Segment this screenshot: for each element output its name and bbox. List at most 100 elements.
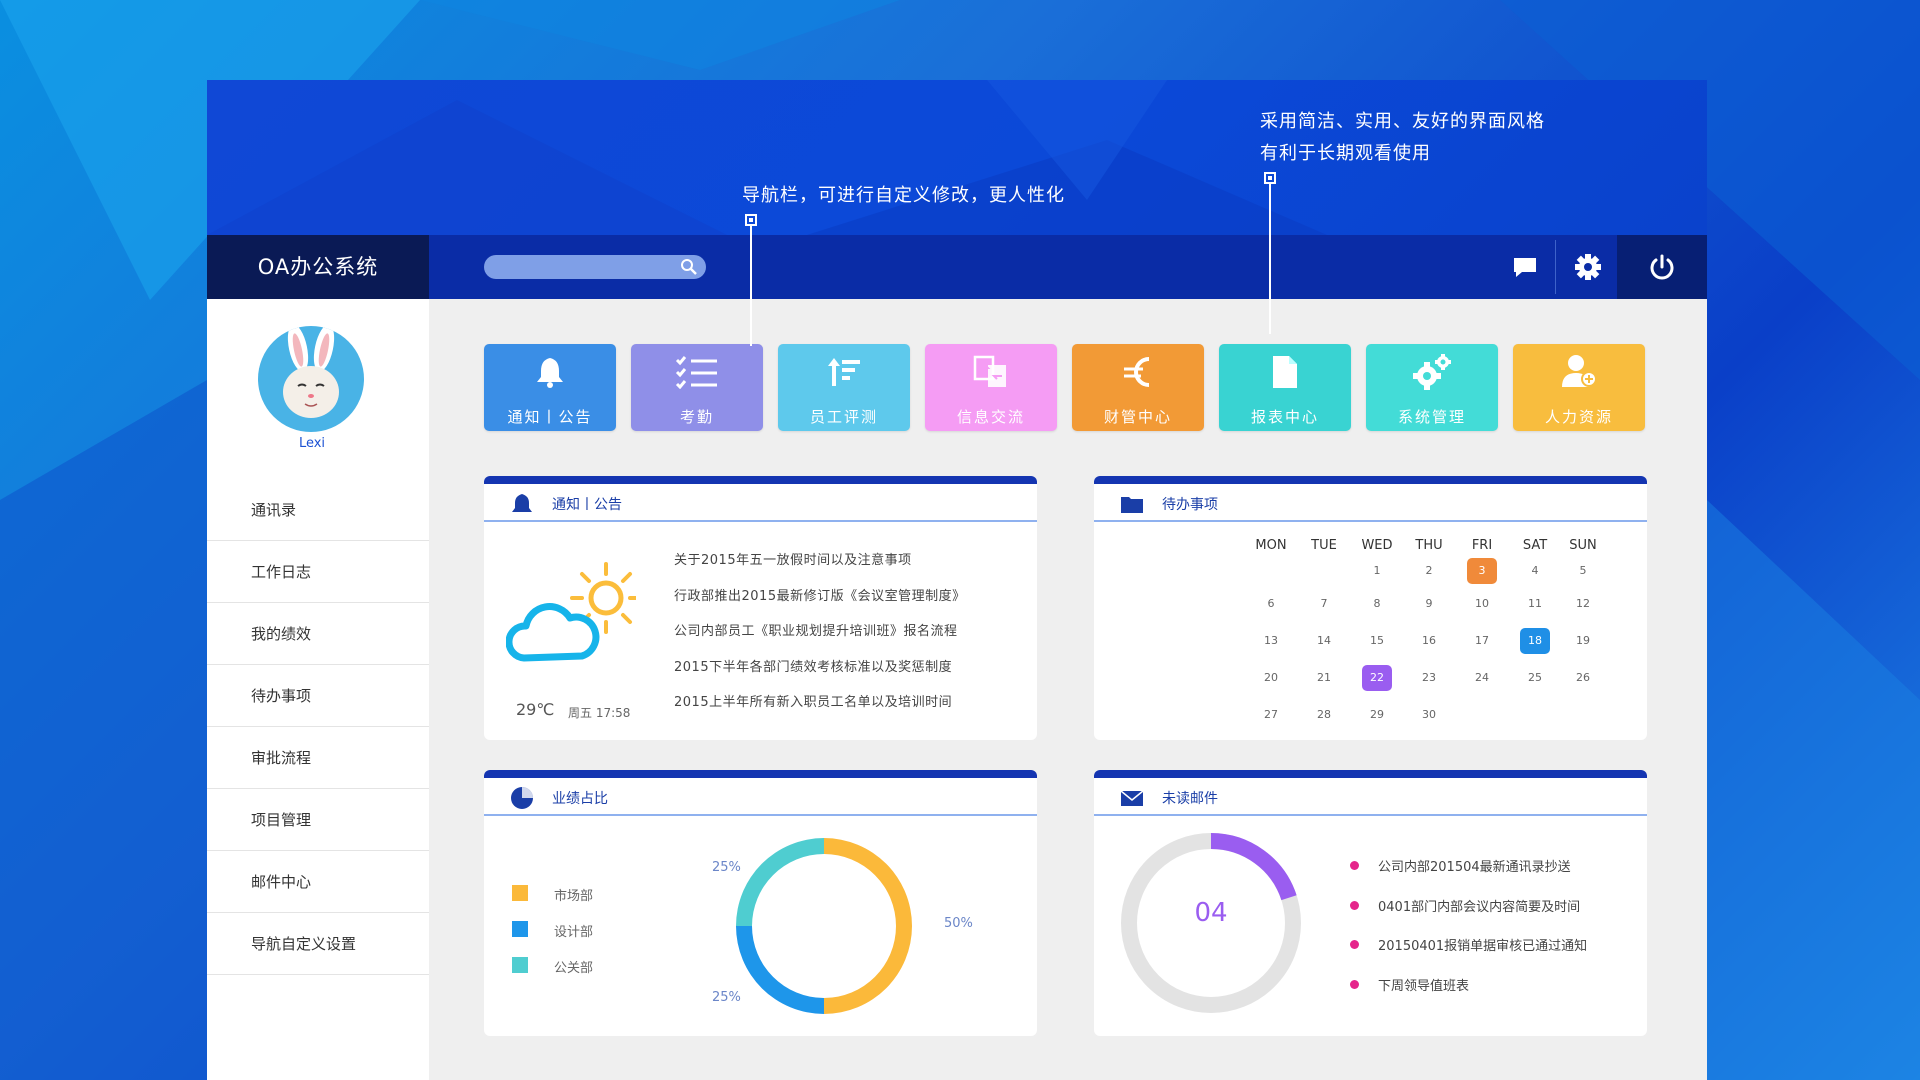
- calendar-day[interactable]: 2: [1414, 558, 1444, 584]
- notice-item[interactable]: 公司内部员工《职业规划提升培训班》报名流程: [674, 620, 958, 639]
- calendar-day[interactable]: 1: [1362, 558, 1392, 584]
- sidebar-item-performance[interactable]: 我的绩效: [207, 603, 429, 665]
- calendar-day[interactable]: 18: [1520, 628, 1550, 654]
- calendar-day[interactable]: 23: [1414, 665, 1444, 691]
- mail-item[interactable]: 0401部门内部会议内容简要及时间: [1378, 896, 1580, 915]
- app-window: OA办公系统 Lexi 通讯录 工作日志 我的绩效 待办事项 审批流程 项目管理…: [207, 80, 1707, 1080]
- notice-item[interactable]: 2015下半年各部门绩效考核标准以及奖惩制度: [674, 656, 952, 675]
- calendar-day[interactable]: 13: [1256, 628, 1286, 654]
- sidebar: Lexi 通讯录 工作日志 我的绩效 待办事项 审批流程 项目管理 邮件中心 导…: [207, 299, 429, 1080]
- tile-attendance[interactable]: 考勤: [631, 344, 763, 431]
- mail-item[interactable]: 公司内部201504最新通讯录抄送: [1378, 856, 1571, 875]
- calendar-day[interactable]: 7: [1309, 591, 1339, 617]
- nav-annotation: 导航栏，可进行自定义修改，更人性化: [742, 185, 1065, 206]
- logout-button[interactable]: [1617, 235, 1707, 299]
- sidebar-item-mail[interactable]: 邮件中心: [207, 851, 429, 913]
- calendar-day[interactable]: 16: [1414, 628, 1444, 654]
- tile-finance[interactable]: 财管中心: [1072, 344, 1204, 431]
- tile-hr[interactable]: 人力资源: [1513, 344, 1645, 431]
- chat-button[interactable]: [1494, 235, 1556, 299]
- calendar-day[interactable]: 19: [1568, 628, 1598, 654]
- calendar-day[interactable]: 29: [1362, 702, 1392, 728]
- search-icon[interactable]: [680, 258, 698, 276]
- calendar-day[interactable]: 20: [1256, 665, 1286, 691]
- tile-reports[interactable]: 报表中心: [1219, 344, 1351, 431]
- calendar-day[interactable]: 9: [1414, 591, 1444, 617]
- bell-icon: [537, 358, 563, 388]
- pct-label-top-left: 25%: [712, 860, 741, 875]
- calendar-day[interactable]: 12: [1568, 591, 1598, 617]
- calendar-day[interactable]: 5: [1568, 558, 1598, 584]
- pie-chart-icon: [511, 787, 533, 809]
- tile-system[interactable]: 系统管理: [1366, 344, 1498, 431]
- tile-notice[interactable]: 通知丨公告: [484, 344, 616, 431]
- sidebar-item-projects[interactable]: 项目管理: [207, 789, 429, 851]
- calendar-day[interactable]: 21: [1309, 665, 1339, 691]
- sidebar-item-nav-settings[interactable]: 导航自定义设置: [207, 913, 429, 975]
- tile-exchange[interactable]: 信息交流: [925, 344, 1057, 431]
- calendar-day[interactable]: 22: [1362, 665, 1392, 691]
- avatar[interactable]: [258, 326, 364, 432]
- chat-icon: [1514, 258, 1536, 277]
- power-icon: [1650, 254, 1674, 280]
- calendar-day[interactable]: 26: [1568, 665, 1598, 691]
- calendar-day[interactable]: 10: [1467, 591, 1497, 617]
- euro-icon: [1124, 357, 1150, 387]
- gears-icon: [1413, 354, 1451, 390]
- tile-label: 人力资源: [1544, 408, 1613, 426]
- calendar-weekday: MON: [1255, 538, 1287, 553]
- calendar-day[interactable]: 11: [1520, 591, 1550, 617]
- legend-swatch-market: [512, 885, 528, 901]
- card-accent: [484, 770, 1037, 778]
- document-icon: [1273, 356, 1297, 388]
- legend-label: 市场部: [554, 889, 594, 904]
- todo-card: 待办事项 MON TUE WED THU FRI SAT SUN 1 2 3 4 5 6 7 8 9 10 11 1…: [1094, 476, 1647, 740]
- calendar-day[interactable]: 6: [1256, 591, 1286, 617]
- calendar-day[interactable]: 28: [1309, 702, 1339, 728]
- mail-bullet: [1350, 861, 1359, 870]
- calendar-day[interactable]: 3: [1467, 558, 1497, 584]
- calendar-weekday: THU: [1415, 538, 1443, 553]
- card-accent: [484, 476, 1037, 484]
- mail-item[interactable]: 下周领导值班表: [1378, 975, 1469, 994]
- mail-bullet: [1350, 940, 1359, 949]
- calendar-day[interactable]: 15: [1362, 628, 1392, 654]
- search-input[interactable]: [484, 255, 706, 279]
- tile-label: 财管中心: [1103, 408, 1172, 426]
- sidebar-item-contacts[interactable]: 通讯录: [207, 479, 429, 541]
- calendar-weekday: FRI: [1471, 538, 1493, 553]
- mail-ring-progress: [1210, 833, 1297, 901]
- calendar-day[interactable]: 14: [1309, 628, 1339, 654]
- notice-item[interactable]: 关于2015年五一放假时间以及注意事项: [674, 549, 912, 568]
- nav-annotation-line: [750, 226, 752, 346]
- calendar-weekday: SUN: [1569, 538, 1597, 553]
- tile-label: 信息交流: [956, 408, 1025, 426]
- mail-item[interactable]: 20150401报销单据审核已通过通知: [1378, 935, 1587, 954]
- performance-card: 业绩占比 市场部 设计部 公关部 25% 50% 25%: [484, 770, 1037, 1036]
- style-annotation-line2: 有利于长期观看使用: [1260, 143, 1431, 164]
- donut-slice-0: [824, 838, 912, 1014]
- sidebar-item-approval[interactable]: 审批流程: [207, 727, 429, 789]
- checklist-icon: [675, 356, 717, 389]
- sort-icon: [828, 358, 860, 386]
- tile-evaluation[interactable]: 员工评测: [778, 344, 910, 431]
- tile-label: 考勤: [679, 408, 714, 426]
- notice-item[interactable]: 行政部推出2015最新修订版《会议室管理制度》: [674, 585, 966, 604]
- calendar-weekday: WED: [1361, 538, 1393, 553]
- notice-item[interactable]: 2015上半年所有新入职员工名单以及培训时间: [674, 691, 952, 710]
- calendar-day[interactable]: 17: [1467, 628, 1497, 654]
- legend-swatch-design: [512, 921, 528, 937]
- app-title: OA办公系统: [207, 235, 429, 299]
- settings-button[interactable]: [1557, 235, 1619, 299]
- calendar-day[interactable]: 25: [1520, 665, 1550, 691]
- sidebar-item-work-log[interactable]: 工作日志: [207, 541, 429, 603]
- donut-slice-2: [736, 838, 824, 926]
- card-title: 通知丨公告: [552, 497, 622, 513]
- legend-swatch-pr: [512, 957, 528, 973]
- calendar-day[interactable]: 4: [1520, 558, 1550, 584]
- sidebar-item-todo[interactable]: 待办事项: [207, 665, 429, 727]
- calendar-day[interactable]: 24: [1467, 665, 1497, 691]
- calendar-day[interactable]: 30: [1414, 702, 1444, 728]
- calendar-day[interactable]: 8: [1362, 591, 1392, 617]
- calendar-day[interactable]: 27: [1256, 702, 1286, 728]
